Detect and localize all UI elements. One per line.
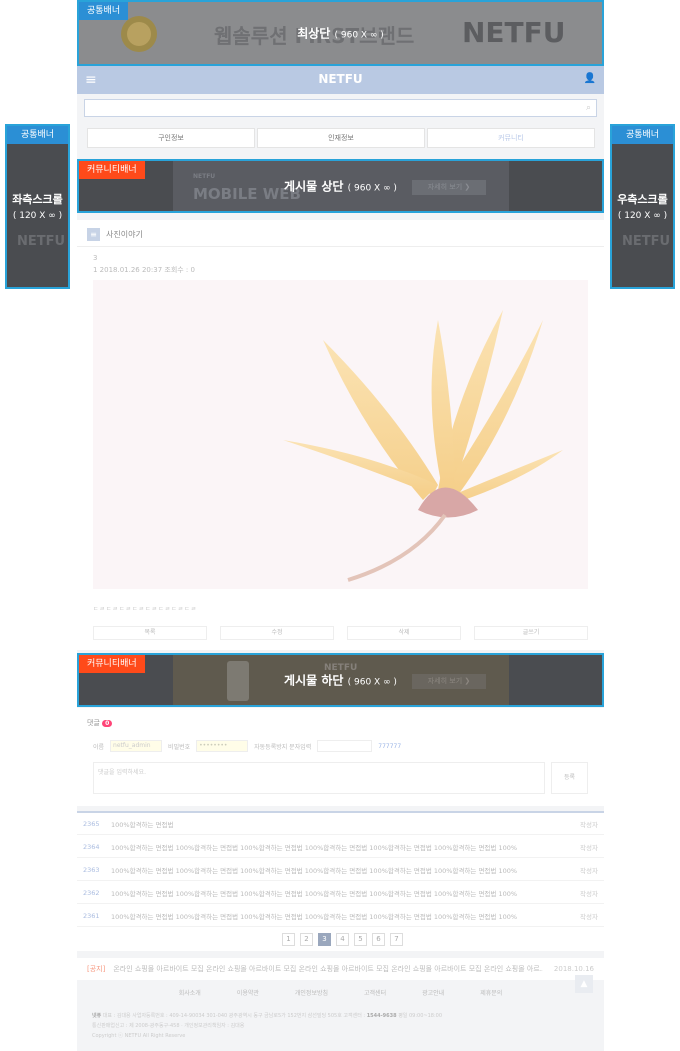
post-list: 2365 100%합격하는 면접법 작성자 2364 100%합격하는 면접법 100…: [77, 811, 604, 951]
captcha-label: 자동등록방지 문자입력: [254, 743, 312, 751]
captcha-input[interactable]: [317, 740, 373, 752]
page-2[interactable]: 2: [300, 933, 313, 946]
user-icon[interactable]: 👤: [584, 73, 596, 84]
left-banner-caption: 좌측스크롤( 120 X ∞ ): [12, 193, 63, 221]
list-item[interactable]: 2365 100%합격하는 면접법 작성자: [77, 813, 604, 835]
delete-button[interactable]: 삭제: [347, 626, 461, 640]
top-banner[interactable]: 웹솔루션 FIRST브랜드 NETFU 공통배너 최상단 ( 960 X ∞ ): [77, 0, 604, 66]
community-top-banner[interactable]: MOBILE WEB NETFU 자세히 보기 ❯ 커뮤니티배너 게시물 상단 …: [77, 159, 604, 213]
footer-link-privacy[interactable]: 개인정보방침: [295, 988, 328, 997]
community-top-caption: 게시물 상단 ( 960 X ∞ ): [284, 179, 397, 194]
edit-button[interactable]: 수정: [220, 626, 334, 640]
search-input[interactable]: ⌕: [84, 99, 597, 117]
page-7[interactable]: 7: [390, 933, 403, 946]
flower-image: [283, 310, 563, 582]
right-banner-tag: 공통배너: [612, 126, 673, 144]
notice-label: [공지]: [87, 965, 106, 973]
right-scroll-banner[interactable]: 공통배너 NETFU 우측스크롤( 120 X ∞ ): [610, 124, 675, 289]
top-banner-tag: 공통배너: [79, 2, 129, 20]
notice-bar[interactable]: [공지] 온라인 쇼핑몰 아르바이트 모집 온라인 쇼핑몰 아르바이트 모집 온…: [77, 958, 604, 980]
community-top-tag: 커뮤니티배너: [79, 161, 145, 179]
pagination: 1 2 3 4 5 6 7: [282, 933, 403, 946]
right-banner-caption: 우측스크롤( 120 X ∞ ): [617, 193, 668, 221]
footer-link-terms[interactable]: 이용약관: [237, 988, 259, 997]
page-3[interactable]: 3: [318, 933, 331, 946]
comment-textarea[interactable]: 댓글을 입력하세요.: [93, 762, 545, 794]
notice-date: 2018.10.16: [553, 965, 594, 973]
list-icon: ≡: [87, 228, 100, 241]
board-title-text: 사진이야기: [106, 230, 143, 239]
community-bottom-caption: 게시물 하단 ( 960 X ∞ ): [284, 673, 397, 688]
post-view: ≡ 사진이야기 3 1 2018.01.26 20:37 조회수 : 0 ㄷㄹㄷ…: [77, 220, 604, 650]
footer-link-ads[interactable]: 광고안내: [422, 988, 444, 997]
footer-links: 회사소개 이용약관 개인정보방침 고객센터 광고안내 제휴문의: [77, 988, 604, 997]
name-field[interactable]: netfu_admin: [110, 740, 163, 752]
page: 웹솔루션 FIRST브랜드 NETFU 공통배너 최상단 ( 960 X ∞ )…: [0, 0, 680, 1051]
captcha-code: 777777: [378, 742, 402, 750]
tab-community[interactable]: 커뮤니티: [427, 128, 595, 148]
right-banner-bg-text: NETFU: [622, 234, 671, 249]
comment-count-badge: 0: [102, 720, 113, 727]
password-field[interactable]: ••••••••: [196, 740, 249, 752]
notice-text: 온라인 쇼핑몰 아르바이트 모집 온라인 쇼핑몰 아르바이트 모집 온라인 쇼핑…: [113, 965, 544, 973]
comment-form-row: 이름 netfu_admin 비밀번호 •••••••• 자동등록방지 문자입력…: [93, 740, 401, 752]
comment-title: 댓글 0: [87, 718, 113, 728]
footer-info: 넷퓨 대표 : 김대용 사업자등록번호 : 409-14-90034 301-0…: [92, 1013, 443, 1039]
footer-link-about[interactable]: 회사소개: [179, 988, 201, 997]
community-bottom-banner[interactable]: NETFU 자세히 보기 ❯ 커뮤니티배너 게시물 하단 ( 960 X ∞ ): [77, 653, 604, 707]
list-item[interactable]: 2364 100%합격하는 면접법 100%합격하는 면접법 100%합격하는 면…: [77, 836, 604, 858]
page-6[interactable]: 6: [372, 933, 385, 946]
community-bottom-tag: 커뮤니티배너: [79, 655, 145, 673]
logo[interactable]: NETFU: [77, 72, 604, 86]
footer-link-support[interactable]: 고객센터: [364, 988, 386, 997]
header: ≡ NETFU 👤: [77, 66, 604, 94]
board-title: ≡ 사진이야기: [87, 228, 143, 241]
post-number: 3: [93, 254, 98, 262]
list-item[interactable]: 2363 100%합격하는 면접법 100%합격하는 면접법 100%합격하는 면…: [77, 859, 604, 881]
write-button[interactable]: 글쓰기: [474, 626, 588, 640]
comment-submit-button[interactable]: 등록: [551, 762, 588, 794]
tab-talent-info[interactable]: 인재정보: [257, 128, 425, 148]
post-meta: 1 2018.01.26 20:37 조회수 : 0: [93, 266, 195, 274]
tab-job-info[interactable]: 구인정보: [87, 128, 255, 148]
search-icon[interactable]: ⌕: [586, 103, 591, 113]
post-body: ㄷㄹㄷㄹㄷㄹㄷㄹㄷㄹㄷㄹㄷㄹㄷㄹ: [93, 606, 198, 613]
top-banner-caption: 최상단 ( 960 X ∞ ): [297, 26, 384, 41]
left-banner-tag: 공통배너: [7, 126, 68, 144]
page-1[interactable]: 1: [282, 933, 295, 946]
footer-link-partner[interactable]: 제휴문의: [480, 988, 502, 997]
list-item[interactable]: 2361 100%합격하는 면접법 100%합격하는 면접법 100%합격하는 면…: [77, 905, 604, 927]
post-photo: [93, 280, 588, 589]
main-tabs: 구인정보 인재정보 커뮤니티: [87, 128, 595, 148]
divider: [77, 246, 604, 247]
page-4[interactable]: 4: [336, 933, 349, 946]
left-scroll-banner[interactable]: 공통배너 NETFU 좌측스크롤( 120 X ∞ ): [5, 124, 70, 289]
list-button[interactable]: 목록: [93, 626, 207, 640]
password-label: 비밀번호: [168, 743, 191, 751]
name-label: 이름: [93, 743, 105, 751]
page-5[interactable]: 5: [354, 933, 367, 946]
left-banner-bg-text: NETFU: [17, 234, 66, 249]
comment-section: 댓글 0 이름 netfu_admin 비밀번호 •••••••• 자동등록방지…: [77, 708, 604, 806]
post-actions: 목록 수정 삭제 글쓰기: [93, 626, 588, 640]
list-item[interactable]: 2362 100%합격하는 면접법 100%합격하는 면접법 100%합격하는 면…: [77, 882, 604, 904]
